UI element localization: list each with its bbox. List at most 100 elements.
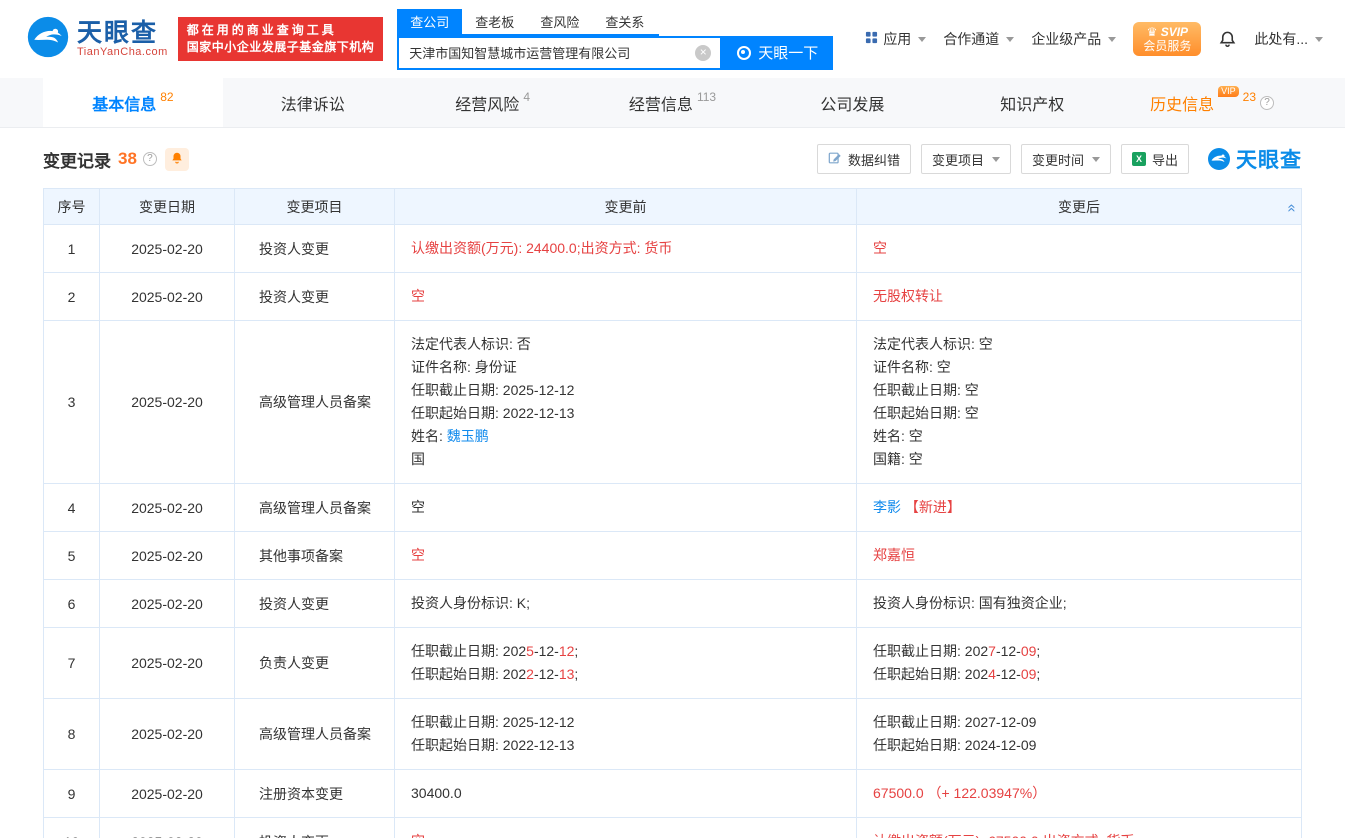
chevron-down-icon	[1315, 37, 1323, 42]
column-header-after: 变更后 «	[857, 189, 1302, 225]
collapse-table-icon[interactable]: «	[1283, 203, 1300, 209]
cell-line: 姓名: 空	[873, 425, 1285, 448]
text-segment: 认缴出资额(万元): 24400.0;出资方式: 货币	[411, 240, 672, 256]
search-tab-relation[interactable]: 查关系	[592, 9, 657, 34]
text-segment: 空	[411, 288, 425, 304]
text-segment: 任职起始日期: 202	[411, 666, 526, 682]
top-nav: 应用 合作通道 企业级产品 ♛ SVIP 会员服务 此处有...	[865, 22, 1323, 56]
search-tab-boss[interactable]: 查老板	[462, 9, 527, 34]
cell-no: 9	[44, 770, 100, 818]
change-item-filter-button[interactable]: 变更项目	[921, 144, 1011, 174]
cell-after: 任职截止日期: 2027-12-09 任职起始日期: 2024-12-09	[857, 699, 1302, 770]
table-row: 72025-02-20负责人变更任职截止日期: 2025-12-12;任职起始日…	[44, 628, 1302, 699]
notification-bell-icon[interactable]	[1218, 30, 1237, 49]
change-records-table: 序号 变更日期 变更项目 变更前 变更后 « 12025-02-20投资人变更认…	[43, 188, 1302, 838]
nav-user-menu[interactable]: 此处有...	[1254, 29, 1323, 49]
text-segment: 空	[411, 833, 425, 838]
chevron-down-icon	[1092, 157, 1100, 162]
cell-line: 国籍: 空	[873, 448, 1285, 471]
search-input[interactable]	[399, 38, 720, 68]
tab-business-info[interactable]: 经营信息 113	[583, 78, 763, 127]
table-row: 32025-02-20高级管理人员备案法定代表人标识: 否证件名称: 身份证任职…	[44, 321, 1302, 484]
nav-cooperation[interactable]: 合作通道	[943, 29, 1014, 49]
subscribe-bell-icon[interactable]	[165, 148, 189, 171]
search-tab-company[interactable]: 查公司	[397, 9, 462, 34]
clear-icon[interactable]: ×	[695, 45, 711, 61]
text-segment: 无股权转让	[873, 288, 943, 304]
cell-after: 无股权转让	[857, 273, 1302, 321]
vip-badge: VIP	[1218, 86, 1239, 97]
text-segment: ;	[1036, 643, 1040, 659]
tab-label: 基本信息	[92, 91, 156, 115]
nav-user-menu-label: 此处有...	[1254, 29, 1308, 49]
tab-label: 法律诉讼	[281, 91, 345, 115]
nav-cooperation-label: 合作通道	[943, 29, 999, 49]
cell-before: 任职截止日期: 2025-12-12任职起始日期: 2022-12-13	[395, 699, 857, 770]
help-icon[interactable]	[143, 152, 157, 166]
chevron-down-icon	[918, 37, 926, 42]
cell-before: 空	[395, 484, 857, 532]
cell-line: 法定代表人标识: 空	[873, 333, 1285, 356]
change-time-filter-button[interactable]: 变更时间	[1021, 144, 1111, 174]
cell-line: 任职截止日期: 2025-12-12	[411, 711, 840, 734]
text-segment: 姓名: 空	[873, 428, 923, 444]
tianyancha-logo[interactable]: 天眼查 TianYanCha.com	[26, 15, 168, 64]
text-segment: 投资人身份标识: K;	[411, 595, 530, 611]
text-segment: 国	[411, 451, 425, 467]
cell-item: 高级管理人员备案	[235, 484, 395, 532]
tab-intellectual-property[interactable]: 知识产权	[942, 78, 1122, 127]
tab-business-risk[interactable]: 经营风险 4	[403, 78, 583, 127]
export-button[interactable]: 导出	[1121, 144, 1189, 174]
entity-link[interactable]: 魏玉鹏	[447, 428, 489, 444]
help-icon[interactable]	[1260, 96, 1274, 110]
nav-enterprise-products[interactable]: 企业级产品	[1031, 29, 1116, 49]
data-correction-button[interactable]: 数据纠错	[817, 144, 911, 174]
cell-before: 法定代表人标识: 否证件名称: 身份证任职截止日期: 2025-12-12任职起…	[395, 321, 857, 484]
search-button[interactable]: 天眼一下	[722, 36, 833, 70]
svip-member-badge[interactable]: ♛ SVIP 会员服务	[1133, 22, 1201, 56]
cell-no: 6	[44, 580, 100, 628]
table-toolbar: 数据纠错 变更项目 变更时间 导出 天眼查	[817, 144, 1302, 174]
logo-subtitle: TianYanCha.com	[77, 46, 168, 58]
cell-date: 2025-02-20	[100, 580, 235, 628]
tab-company-development[interactable]: 公司发展	[762, 78, 942, 127]
tab-history-info[interactable]: 历史信息 VIP 23	[1122, 78, 1302, 127]
eye-icon	[737, 46, 751, 60]
excel-icon	[1132, 152, 1146, 166]
column-header-item: 变更项目	[235, 189, 395, 225]
tab-legal-proceedings[interactable]: 法律诉讼	[223, 78, 403, 127]
svip-sublabel: 会员服务	[1143, 39, 1191, 53]
text-segment: 12	[559, 643, 575, 659]
search-tab-risk[interactable]: 查风险	[527, 9, 592, 34]
edit-icon	[828, 151, 842, 168]
entity-link[interactable]: 李影	[873, 499, 901, 515]
text-segment: 任职截止日期: 2027-12-09	[873, 714, 1036, 730]
cell-no: 7	[44, 628, 100, 699]
tianyancha-watermark-icon	[1207, 147, 1231, 171]
cell-date: 2025-02-20	[100, 321, 235, 484]
change-records-header: 变更记录 38 数据纠错 变更项目 变更时间 导出	[43, 143, 1302, 175]
cell-line: 国	[411, 448, 840, 471]
text-segment: 7	[988, 643, 996, 659]
text-segment: 任职截止日期: 202	[873, 643, 988, 659]
text-segment: 30400.0	[411, 785, 462, 801]
tab-label: 经营信息	[629, 91, 693, 115]
nav-apps[interactable]: 应用	[865, 29, 926, 49]
tab-basic-info[interactable]: 基本信息 82	[43, 78, 223, 127]
cell-item: 投资人变更	[235, 273, 395, 321]
cell-line: 任职截止日期: 2027-12-09;	[873, 640, 1285, 663]
text-segment: 任职起始日期: 202	[873, 666, 988, 682]
tab-count: 113	[697, 90, 716, 104]
section-title: 变更记录	[43, 147, 111, 172]
text-segment: 空	[411, 499, 425, 515]
text-segment: 任职截止日期: 空	[873, 382, 979, 398]
cell-line: 任职起始日期: 2024-12-09;	[873, 663, 1285, 686]
table-row: 22025-02-20投资人变更空无股权转让	[44, 273, 1302, 321]
text-segment: 证件名称: 空	[873, 359, 951, 375]
cell-before: 空	[395, 273, 857, 321]
cell-line: 空	[411, 544, 840, 567]
text-segment: 任职起始日期: 2024-12-09	[873, 737, 1036, 753]
cell-after: 空	[857, 225, 1302, 273]
text-segment: 任职截止日期: 2025-12-12	[411, 714, 574, 730]
cell-date: 2025-02-20	[100, 699, 235, 770]
